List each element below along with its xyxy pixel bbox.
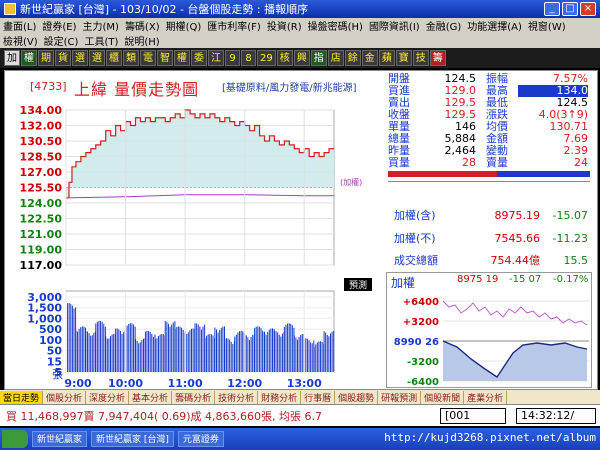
index-change: 15.5 [563, 253, 589, 267]
mini-volume-area [443, 341, 587, 381]
mini-tick-label: +3200 [403, 317, 439, 328]
index-name: 成交總額 [394, 254, 438, 267]
volume-unit: 張 [52, 368, 63, 381]
mini-tick-label: 8990 26 [394, 337, 439, 348]
tab-5[interactable]: 技術分析 [215, 390, 259, 404]
tab-0[interactable]: 當日走勢 [0, 390, 44, 404]
tab-4[interactable]: 籌碼分析 [172, 390, 216, 404]
price-tick-label: 128.50 [20, 151, 63, 164]
index-value: 8975.19 [494, 208, 541, 222]
watermark-url: http://kujd3268.pixnet.net/album [384, 431, 596, 444]
price-tick-label: 134.00 [20, 104, 63, 117]
price-tick-label: 124.00 [20, 197, 63, 210]
ticker-text: 買 11,468,997賣 7,947,404( 0.69)成 4,863,66… [6, 409, 322, 423]
tab-3[interactable]: 基本分析 [129, 390, 173, 404]
tab-2[interactable]: 深度分析 [86, 390, 130, 404]
price-tick-label: 127.00 [20, 166, 63, 179]
index-name: 加權(含) [394, 209, 436, 222]
tab-11[interactable]: 產業分析 [464, 390, 508, 404]
tab-8[interactable]: 個股趨勢 [335, 390, 379, 404]
buy-sell-bar [388, 171, 590, 177]
price-tick-label: 132.00 [20, 120, 63, 133]
buy-bar-fill [388, 171, 498, 177]
tab-9[interactable]: 研報預測 [378, 390, 422, 404]
index-mini-chart[interactable]: 加權 8975 19 -15 07 -0.17% +6400 +3200 8990 … [386, 272, 592, 388]
quote-value: 28 [462, 156, 476, 169]
mini-tick-label: -3200 [407, 357, 439, 368]
tab-6[interactable]: 財務分析 [258, 390, 302, 404]
ticker-code: 001 [449, 409, 471, 422]
ticker-bar: 買 11,468,997賣 7,947,404( 0.69)成 4,863,66… [0, 404, 600, 426]
mini-chart-plot: +6400 +3200 8990 26 -3200 -6400 [394, 297, 589, 388]
quote-row: 買量 28 賣量 24 [388, 157, 590, 169]
quote-table: 開盤 124.5 振幅 7.57% 買進 129.0 最高 134.0 賣出 129.5 最低 124… [388, 73, 590, 169]
index-name: 加權(不) [394, 232, 436, 245]
price-tick-label: 125.50 [20, 182, 63, 195]
tab-1[interactable]: 個股分析 [43, 390, 87, 404]
price-tick-label: 130.50 [20, 135, 63, 148]
ticker-time: 14:32:12/ [516, 408, 596, 424]
taskbar-task[interactable]: 元富證券 [177, 431, 224, 447]
index-value: 754.44億 [490, 254, 541, 267]
time-tick-label: 13:00 [287, 377, 322, 390]
forecast-tag-label: 預測 [349, 279, 367, 291]
index-change: -11.23 [552, 231, 588, 245]
mini-tick-label: +6400 [403, 297, 439, 308]
time-tick-label: 10:00 [108, 377, 143, 390]
ticker-code-field[interactable]: [001 [440, 408, 506, 424]
analysis-tabs: 當日走勢 個股分析 深度分析 基本分析 籌碼分析 技術分析 財務分析 行事曆 個股趨勢 研報預測個… [0, 390, 600, 404]
price-tick-label: 119.00 [20, 244, 63, 257]
index-info-row: 成交總額 754.44億 15.5 [388, 250, 590, 270]
mini-tick-label: -6400 [407, 377, 439, 388]
index-info-row: 加權(不) 7545.66 -11.23 [388, 228, 590, 248]
divider [388, 181, 590, 182]
taskbar-task[interactable]: 新世紀贏家 [32, 431, 88, 447]
time-tick-label: 11:00 [168, 377, 203, 390]
tab-10[interactable]: 個股新聞 [421, 390, 465, 404]
price-tick-label: 117.00 [20, 259, 63, 272]
time-tick-label: 12:00 [227, 377, 262, 390]
price-tick-label: 122.50 [20, 213, 63, 226]
index-value: 7545.66 [494, 231, 541, 245]
start-button[interactable] [2, 430, 28, 448]
taskbar: 新世紀贏家 新世紀贏家 [台灣] 元富證券 http://kujd3268.pixne… [0, 428, 600, 450]
reference-label: (加權) [340, 177, 362, 187]
index-change: -15.07 [552, 208, 588, 222]
price-tick-label: 121.00 [20, 228, 63, 241]
index-info-row: 加權(含) 8975.19 -15.07 [388, 205, 590, 225]
time-tick-label: 9:00 [64, 377, 92, 390]
quote-label: 賣量 [486, 156, 508, 169]
quote-value: 24 [574, 156, 588, 169]
quote-label: 買量 [388, 156, 410, 169]
tab-7[interactable]: 行事曆 [301, 390, 336, 404]
taskbar-task[interactable]: 新世紀贏家 [台灣] [91, 431, 174, 447]
